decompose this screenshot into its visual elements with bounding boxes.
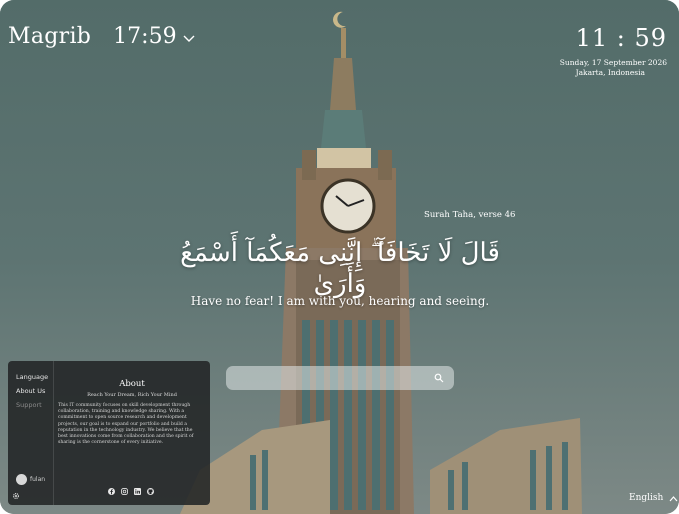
search-icon[interactable] — [434, 373, 444, 383]
clock-widget: 11 : 59 Sunday, 17 September 2026 Jakart… — [560, 24, 667, 78]
prayer-time: 17:59 — [113, 24, 177, 49]
verse-translation: Have no fear! I am with you, hearing and… — [190, 294, 490, 308]
about-title: About — [119, 379, 145, 389]
chevron-down-icon[interactable] — [183, 33, 195, 43]
verse-reference: Surah Taha, verse 46 — [424, 210, 516, 220]
search-input[interactable] — [234, 369, 424, 387]
gear-icon[interactable] — [12, 492, 20, 500]
settings-panel: Language About Us Support fulan About Re… — [8, 361, 210, 505]
prayer-name: Magrib — [8, 24, 92, 49]
user-name: fulan — [30, 476, 46, 483]
panel-sidebar: Language About Us Support fulan — [8, 361, 54, 505]
social-links — [108, 488, 154, 495]
new-tab-page: Magrib 17:59 11 : 59 Sunday, 17 Septembe… — [0, 0, 679, 514]
instagram-icon[interactable] — [121, 488, 128, 495]
nav-item-language[interactable]: Language — [16, 373, 48, 381]
clock-location: Jakarta, Indonesia — [575, 68, 645, 77]
search-bar[interactable] — [226, 366, 454, 390]
facebook-icon[interactable] — [108, 488, 115, 495]
language-label: English — [629, 493, 664, 503]
linkedin-icon[interactable] — [134, 488, 141, 495]
github-icon[interactable] — [147, 488, 154, 495]
language-switcher[interactable]: English — [629, 493, 678, 503]
about-description: This IT community focuses on skill devel… — [58, 403, 194, 446]
chevron-up-icon[interactable] — [669, 495, 678, 502]
nav-item-about-us[interactable]: About Us — [16, 387, 45, 395]
about-subtitle: Reach Your Dream, Rich Your Mind — [87, 392, 177, 398]
clock-time: 11 : 59 — [575, 24, 667, 52]
avatar[interactable] — [16, 474, 27, 485]
nav-item-support[interactable]: Support — [16, 401, 42, 409]
clock-date: Sunday, 17 September 2026 — [559, 58, 667, 67]
prayer-time-selector[interactable]: Magrib 17:59 — [8, 24, 195, 49]
verse-arabic: قَالَ لَا تَخَافَآ ۖ إِنَّنِى مَعَكُمَآ … — [180, 238, 500, 299]
